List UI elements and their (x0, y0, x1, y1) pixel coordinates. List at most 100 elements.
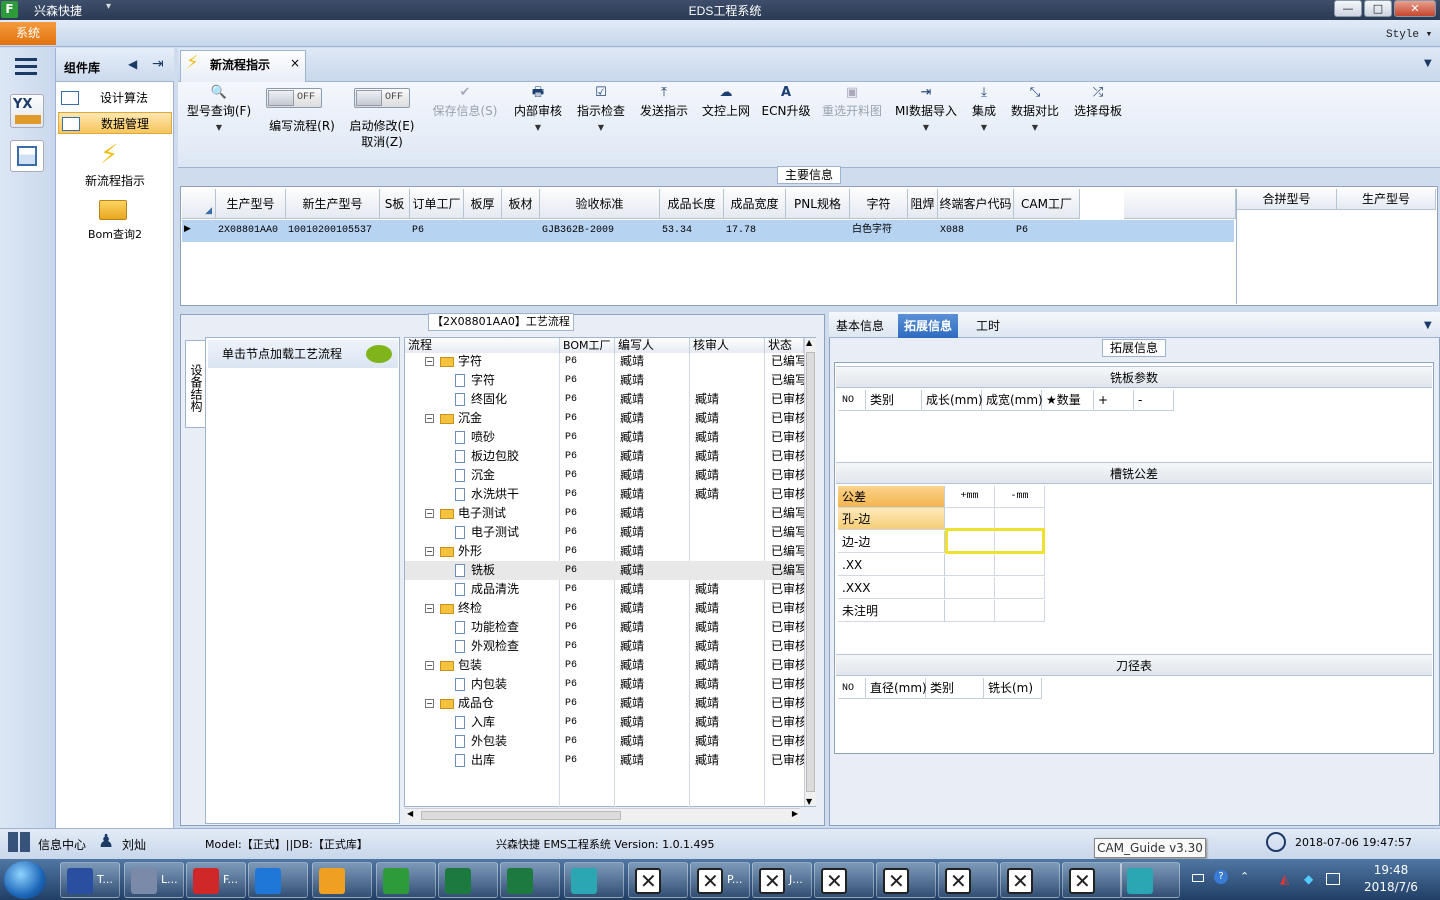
grid-header-1[interactable]: 新生产型号 (286, 189, 380, 219)
taskbar-clock[interactable]: 19:48 2018/7/6 (1346, 862, 1436, 896)
tolerance-minus-cell[interactable] (995, 554, 1045, 576)
collapse-arrow-icon[interactable]: ◀ (128, 57, 137, 71)
tab-equipment-structure[interactable]: 设备结构 (185, 340, 205, 428)
taskbar-button[interactable] (500, 862, 560, 898)
grid-header-merge-model[interactable]: 合拼型号 (1237, 189, 1337, 210)
tree-header-flow[interactable]: 流程 (405, 338, 560, 353)
grid-cell-11[interactable] (908, 220, 938, 242)
tree-row[interactable]: 终固化 P6 臧靖 臧靖 已审核 (405, 390, 815, 409)
taskbar-button[interactable] (438, 862, 498, 898)
tree-row[interactable]: − 电子测试 P6 臧靖 已编写 (405, 504, 815, 523)
tree-row[interactable]: 外观检查 P6 臧靖 臧靖 已审核 (405, 637, 815, 656)
tree-row[interactable]: 功能检查 P6 臧靖 臧靖 已审核 (405, 618, 815, 637)
taskbar-button[interactable] (1062, 862, 1122, 898)
tool-header-2[interactable]: 类别 (926, 678, 984, 699)
tree-vertical-scrollbar[interactable]: ▲ ▼ (804, 338, 816, 806)
taskbar-button[interactable] (1120, 862, 1180, 898)
nav-item-data-management[interactable]: 数据管理 (58, 112, 172, 134)
grid-cell-13[interactable]: P6 (1014, 220, 1080, 242)
grid-cell-4[interactable] (464, 220, 502, 242)
grid-cell-8[interactable]: 17.78 (724, 220, 786, 242)
grid-cell-7[interactable]: 53.34 (660, 220, 724, 242)
ribbon-button-select-mother-board[interactable]: ⤮ 选择母板 (1068, 84, 1128, 148)
grid-header-0[interactable]: 生产型号 (216, 189, 286, 219)
taskbar-button[interactable] (376, 862, 436, 898)
grid-cell-6[interactable]: GJB362B-2009 (540, 220, 660, 242)
taskbar-button[interactable] (248, 862, 308, 898)
tab-basic-info[interactable]: 基本信息 (830, 314, 890, 338)
tree-row[interactable]: − 终检 P6 臧靖 臧靖 已审核 (405, 599, 815, 618)
tree-row[interactable]: 字符 P6 臧靖 已编写 (405, 371, 815, 390)
tree-header-reviewer[interactable]: 核审人 (690, 338, 765, 353)
taskbar-button[interactable]: J... (752, 862, 812, 898)
network-tray-icon[interactable]: ◭ (1280, 872, 1289, 886)
style-menu[interactable]: Style ▾ (1386, 27, 1432, 41)
taskbar-button[interactable] (876, 862, 936, 898)
tree-row[interactable]: − 包装 P6 臧靖 臧靖 已审核 (405, 656, 815, 675)
tab-extended-info[interactable]: 拓展信息 (898, 314, 959, 338)
grid-header-6[interactable]: 验收标准 (540, 189, 660, 219)
app-logo-icon[interactable]: F (1, 1, 18, 18)
tolerance-plus-cell[interactable] (945, 577, 995, 599)
grid-header-13[interactable]: CAM工厂 (1014, 189, 1080, 219)
grid-header-10[interactable]: 字符 (850, 189, 908, 219)
tree-row[interactable]: 出库 P6 臧靖 臧靖 已审核 (405, 751, 815, 770)
taskbar-button[interactable]: P... (690, 862, 750, 898)
tab-list-dropdown-icon[interactable]: ▼ (1424, 58, 1432, 69)
keyboard-tray-icon[interactable] (1192, 874, 1204, 882)
mill-header-1[interactable]: 类别 (866, 390, 922, 411)
grid-header-5[interactable]: 板材 (502, 189, 540, 219)
tolerance-minus-cell[interactable] (995, 508, 1045, 530)
grid-cell-1[interactable]: 10010200105537 (286, 220, 380, 242)
grid-cell-9[interactable] (786, 220, 850, 242)
start-button-icon[interactable] (4, 861, 46, 899)
dropdown-arrow-icon[interactable]: ▼ (923, 123, 929, 132)
tray-expand-icon[interactable]: ⌃ (1240, 870, 1249, 883)
ribbon-button-reselect-cut-map[interactable]: ▣ 重选开料图 (818, 84, 886, 148)
grid-header-7[interactable]: 成品长度 (660, 189, 724, 219)
info-center-label[interactable]: 信息中心 (38, 836, 86, 853)
grid-header-2[interactable]: S板 (380, 189, 410, 219)
dropdown-arrow-icon[interactable]: ▼ (1032, 123, 1038, 132)
grid-cell-5[interactable] (502, 220, 540, 242)
grid-cell-2[interactable] (380, 220, 410, 242)
tree-row[interactable]: 喷砂 P6 臧靖 臧靖 已审核 (405, 428, 815, 447)
tree-header-status[interactable]: 状态 (765, 338, 804, 353)
pin-arrow-icon[interactable]: ⇥ (152, 56, 164, 72)
taskbar-button[interactable] (814, 862, 874, 898)
tree-row[interactable]: 内包装 P6 臧靖 臧靖 已审核 (405, 675, 815, 694)
mill-header-2[interactable]: 成长(mm) (922, 390, 983, 411)
tree-row[interactable]: 电子测试 P6 臧靖 已编写 (405, 523, 815, 542)
yx-module-icon[interactable]: YX (10, 94, 44, 128)
grid-header-production-model[interactable]: 生产型号 (1337, 189, 1436, 210)
tool-bom-query-label[interactable]: Bom查询2 (60, 226, 170, 242)
calculator-module-icon[interactable] (10, 140, 44, 172)
tolerance-minus-cell[interactable] (995, 577, 1045, 599)
ribbon-button-ecn-upgrade[interactable]: A ECN升级 (760, 84, 812, 148)
ribbon-button-check-instruction[interactable]: ☑ 指示检查 ▼ (572, 84, 630, 148)
tool-header-0[interactable]: NO (838, 678, 866, 699)
minimize-button[interactable]: — (1334, 0, 1362, 17)
help-tray-icon[interactable]: ? (1214, 870, 1228, 884)
tree-row[interactable]: − 成品仓 P6 臧靖 臧靖 已审核 (405, 694, 815, 713)
grid-header-4[interactable]: 板厚 (464, 189, 502, 219)
tab-close-icon[interactable]: × (290, 56, 300, 70)
selected-cell[interactable] (945, 528, 1045, 554)
tool-header-3[interactable]: 铣长(m) (984, 678, 1042, 699)
tree-row[interactable]: 板边包胶 P6 臧靖 臧靖 已审核 (405, 447, 815, 466)
toggle-start-modify[interactable]: OFF 启动修改(E) 取消(Z) (344, 88, 420, 149)
taskbar-button[interactable] (938, 862, 998, 898)
tree-header-bom-factory[interactable]: BOM工厂 (560, 338, 615, 353)
tool-new-flow-label[interactable]: 新流程指示 (60, 172, 170, 189)
grid-header-8[interactable]: 成品宽度 (724, 189, 786, 219)
dropdown-arrow-icon[interactable]: ▼ (598, 123, 604, 132)
grid-header-11[interactable]: 阻焊 (908, 189, 938, 219)
tree-header-writer[interactable]: 编写人 (615, 338, 690, 353)
taskbar-button[interactable]: F... (186, 862, 246, 898)
ribbon-button-internal-audit[interactable]: 🖶 内部审核 ▼ (510, 84, 566, 148)
close-window-button[interactable]: ✕ (1394, 0, 1436, 17)
tree-row[interactable]: 成品清洗 P6 臧靖 臧靖 已审核 (405, 580, 815, 599)
tolerance-plus-cell[interactable] (945, 600, 995, 622)
grid-cell-10[interactable]: 白色字符 (850, 220, 908, 242)
tree-row[interactable]: − 沉金 P6 臧靖 臧靖 已审核 (405, 409, 815, 428)
